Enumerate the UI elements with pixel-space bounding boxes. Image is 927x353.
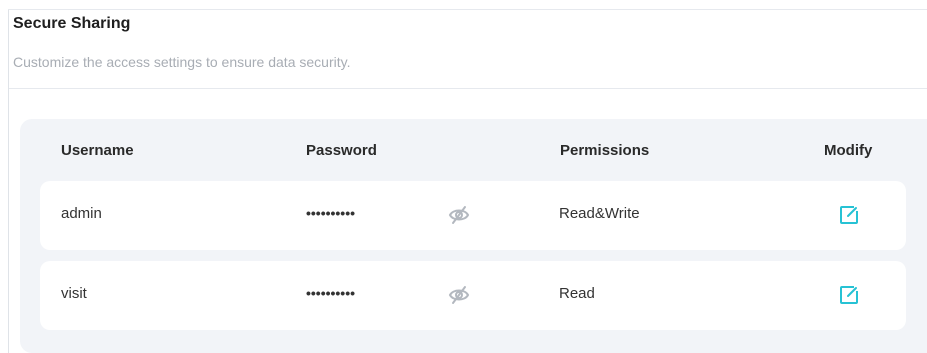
column-header-modify: Modify xyxy=(824,142,873,159)
username-cell: admin xyxy=(61,205,102,222)
eye-slash-icon[interactable] xyxy=(448,205,470,225)
section-divider xyxy=(9,88,927,89)
table-row: admin •••••••••• Read&Write xyxy=(40,181,906,250)
password-cell: •••••••••• xyxy=(306,205,356,221)
username-cell: visit xyxy=(61,285,87,302)
section-subtitle: Customize the access settings to ensure … xyxy=(13,54,351,70)
eye-slash-icon[interactable] xyxy=(448,285,470,305)
panel-top-border xyxy=(8,9,927,10)
column-header-password: Password xyxy=(306,142,377,159)
edit-icon[interactable] xyxy=(839,205,859,225)
column-header-username: Username xyxy=(61,142,134,159)
panel-left-border xyxy=(8,9,9,353)
edit-icon[interactable] xyxy=(839,285,859,305)
section-title: Secure Sharing xyxy=(13,15,131,32)
permissions-cell: Read&Write xyxy=(559,205,640,222)
column-header-permissions: Permissions xyxy=(560,142,650,159)
permissions-cell: Read xyxy=(559,285,595,302)
table-row: visit •••••••••• Read xyxy=(40,261,906,330)
password-cell: •••••••••• xyxy=(306,285,356,301)
